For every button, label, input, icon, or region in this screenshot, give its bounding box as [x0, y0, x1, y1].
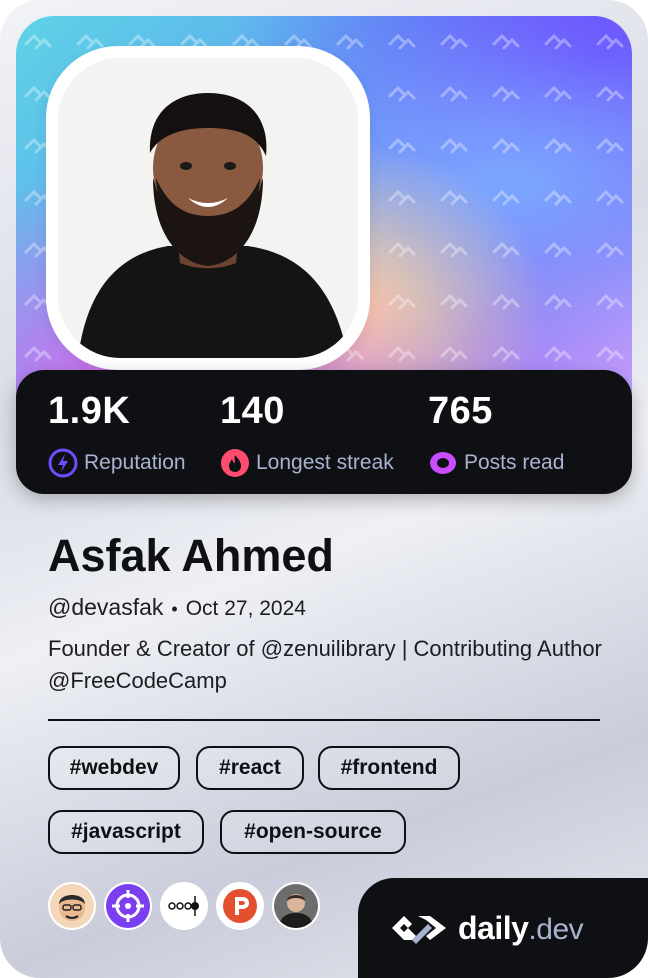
tag-chip[interactable]: #javascript [48, 810, 204, 854]
brand-name: daily.dev [458, 909, 584, 946]
tag-chip[interactable]: #webdev [48, 746, 180, 790]
stat-label: Posts read [464, 451, 565, 474]
tag-chip[interactable]: #react [196, 746, 304, 790]
squad-network[interactable] [160, 882, 208, 930]
stat-value: 765 [428, 390, 493, 432]
eye-icon [428, 448, 458, 478]
avatar[interactable] [46, 46, 370, 370]
stats-bar: 1.9K Reputation 140 Longest streak 765 P… [16, 370, 632, 494]
profile-card: 1.9K Reputation 140 Longest streak 765 P… [0, 0, 648, 978]
meta-separator: • [171, 599, 178, 619]
profile-name: Asfak Ahmed [48, 530, 334, 581]
squad-avatar-memoji[interactable] [48, 882, 96, 930]
daily-dev-icon [392, 916, 446, 944]
tag-chip[interactable]: #frontend [318, 746, 460, 790]
profile-bio: Founder & Creator of @zenuilibrary | Con… [48, 636, 602, 693]
daily-dev-logo: daily.dev [358, 878, 648, 978]
divider [48, 719, 600, 721]
stat-value: 140 [220, 390, 285, 432]
squad-crosshair[interactable] [104, 882, 152, 930]
stat-posts-read: 765 Posts read [428, 392, 564, 478]
avatar-photo [58, 58, 358, 358]
joined-date: Oct 27, 2024 [185, 597, 306, 620]
squad-list [48, 882, 320, 930]
profile-meta: @devasfak • Oct 27, 2024 [48, 594, 306, 621]
flame-icon [220, 448, 250, 478]
stat-label: Reputation [84, 451, 186, 474]
squad-p-logo[interactable] [216, 882, 264, 930]
squad-person[interactable] [272, 882, 320, 930]
stat-reputation: 1.9K Reputation [48, 392, 186, 478]
lightning-icon [48, 448, 78, 478]
stat-value: 1.9K [48, 390, 131, 432]
profile-handle[interactable]: @devasfak [48, 594, 163, 621]
tag-chip[interactable]: #open-source [220, 810, 406, 854]
stat-label: Longest streak [256, 451, 394, 474]
stat-longest-streak: 140 Longest streak [220, 392, 394, 478]
